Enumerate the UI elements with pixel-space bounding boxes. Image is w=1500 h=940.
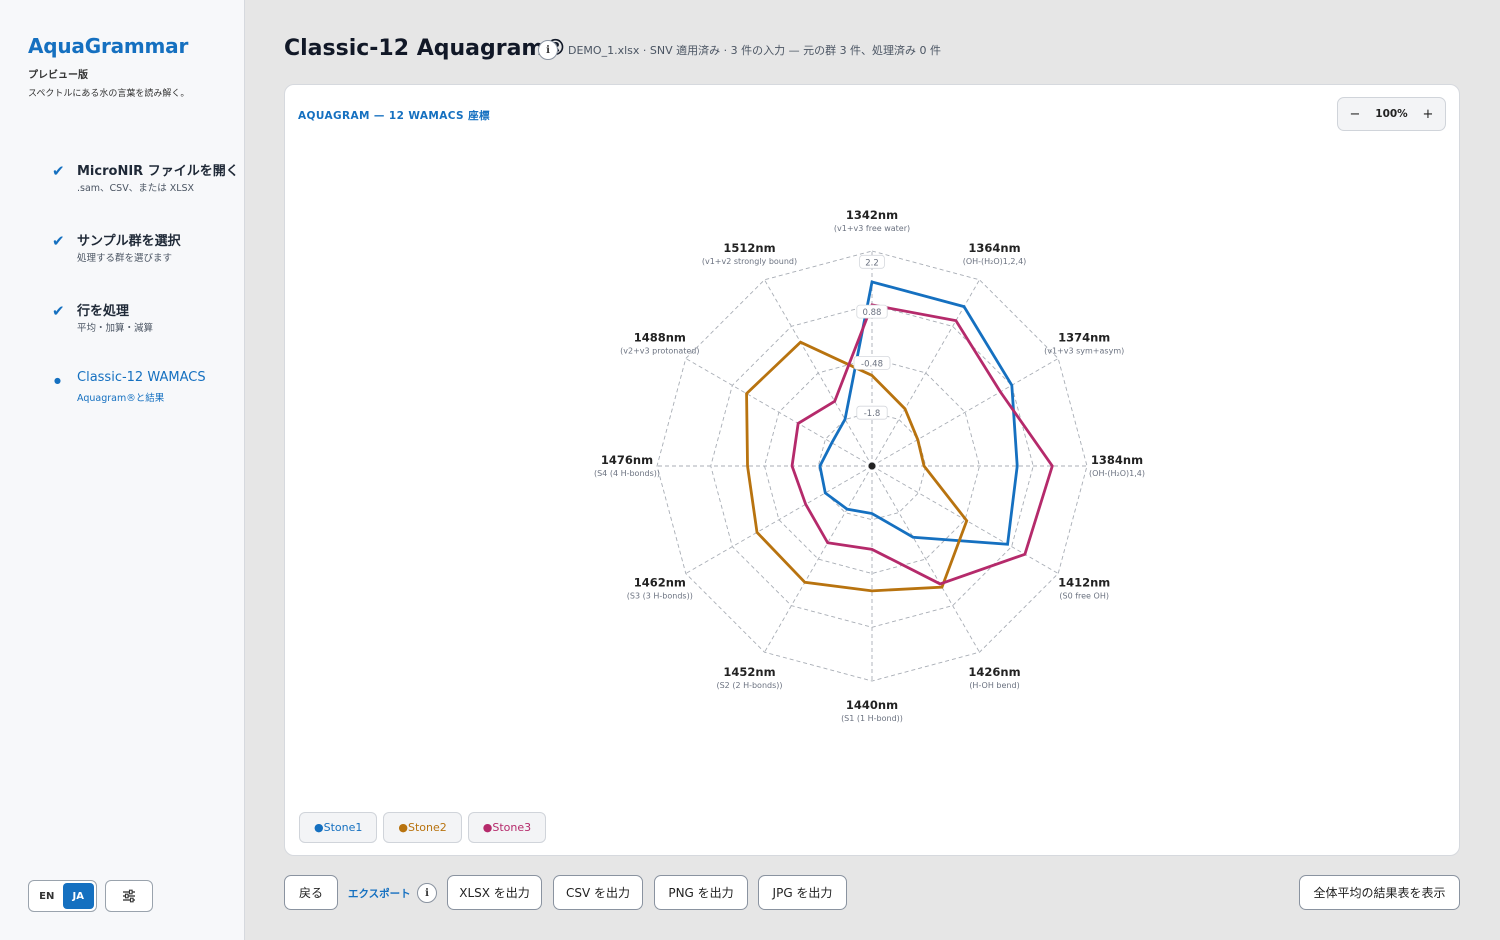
axis-sublabel: (S0 free OH) bbox=[1059, 592, 1109, 601]
legend-label: Stone1 bbox=[323, 821, 363, 834]
grid-spoke bbox=[764, 465, 873, 653]
center-dot bbox=[868, 462, 876, 470]
axis-sublabel: (H-OH bend) bbox=[969, 681, 1019, 690]
sliders-icon bbox=[123, 889, 135, 903]
step-title: サンプル群を選択 bbox=[77, 234, 181, 249]
page-title: Classic-12 Aquagram® bbox=[284, 36, 567, 61]
step-subtitle: 処理する群を選びます bbox=[77, 253, 173, 264]
edition-label: プレビュー版 bbox=[28, 70, 88, 81]
step-subtitle: 平均・加算・減算 bbox=[77, 323, 154, 334]
step-subtitle: .sam、CSV、または XLSX bbox=[77, 183, 195, 194]
axis-label: 1512nm bbox=[723, 241, 775, 255]
lang-en-button[interactable]: EN bbox=[31, 883, 63, 909]
legend-label: Stone3 bbox=[492, 821, 532, 834]
axis-label: 1462nm bbox=[634, 576, 686, 590]
app-brand: AquaGrammar bbox=[28, 34, 189, 58]
show-summary-table-button[interactable]: 全体平均の結果表を表示 bbox=[1299, 875, 1460, 910]
legend-label: Stone2 bbox=[407, 821, 447, 834]
language-switch: EN JA bbox=[28, 880, 97, 912]
settings-button[interactable] bbox=[105, 880, 153, 912]
legend-item-stone1[interactable]: ● Stone1 bbox=[299, 812, 378, 843]
axis-label: 1476nm bbox=[601, 453, 653, 467]
axis-label: 1426nm bbox=[968, 665, 1020, 679]
active-dot-icon: ● bbox=[54, 376, 61, 385]
legend-item-stone2[interactable]: ● Stone2 bbox=[383, 812, 462, 843]
grid-spoke bbox=[764, 279, 873, 467]
check-icon: ✔ bbox=[52, 302, 65, 320]
info-icon[interactable]: i bbox=[417, 883, 437, 903]
grid-spoke bbox=[685, 465, 873, 574]
axis-label: 1374nm bbox=[1058, 331, 1110, 345]
axis-label: 1364nm bbox=[968, 241, 1020, 255]
step-title: 行を処理 bbox=[77, 304, 130, 319]
check-icon: ✔ bbox=[52, 232, 65, 250]
legend-item-stone3[interactable]: ● Stone3 bbox=[467, 812, 547, 843]
axis-label: 1488nm bbox=[634, 331, 686, 345]
export-png-button[interactable]: PNG を出力 bbox=[654, 875, 748, 910]
tick-label: 0.88 bbox=[863, 308, 882, 318]
axis-label: 1440nm bbox=[846, 698, 898, 712]
tick-label: -0.48 bbox=[861, 359, 883, 369]
tick-label: -1.8 bbox=[864, 409, 881, 419]
axis-sublabel: (S4 (4 H-bonds)) bbox=[594, 469, 660, 478]
axis-sublabel: (v1+v2 strongly bound) bbox=[702, 257, 797, 266]
axis-label: 1412nm bbox=[1058, 576, 1110, 590]
export-jpg-button[interactable]: JPG を出力 bbox=[758, 875, 847, 910]
axis-label: 1384nm bbox=[1091, 453, 1143, 467]
back-button[interactable]: 戻る bbox=[284, 875, 338, 910]
export-xlsx-button[interactable]: XLSX を出力 bbox=[447, 875, 542, 910]
aquagram-card: AQUAGRAM — 12 WAMACS 座標 − 100% + 2.2 0.88… bbox=[284, 84, 1460, 856]
lang-ja-button[interactable]: JA bbox=[62, 883, 94, 909]
step-title: MicroNIR ファイルを開く bbox=[77, 164, 239, 179]
axis-sublabel: (S1 (1 H-bond)) bbox=[841, 714, 903, 723]
aquagram-radar-chart: 2.2 0.88 -0.48 -1.8 1342nm (v1+v3 free water)… bbox=[594, 208, 1145, 723]
step-subtitle: Aquagram®と結果 bbox=[77, 393, 165, 404]
axis-label: 1342nm bbox=[846, 208, 898, 222]
grid-spoke bbox=[871, 358, 1059, 467]
axis-sublabel: (v2+v3 protonated) bbox=[620, 347, 699, 356]
export-label: エクスポート bbox=[348, 888, 411, 900]
axis-sublabel: (OH-(H₂O)1,2,4) bbox=[963, 257, 1027, 266]
axis-label: 1452nm bbox=[723, 665, 775, 679]
tick-label: 2.2 bbox=[865, 258, 879, 268]
axis-sublabel: (v1+v3 sym+asym) bbox=[1044, 347, 1124, 356]
axis-sublabel: (S2 (2 H-bonds)) bbox=[716, 681, 782, 690]
info-icon[interactable]: i bbox=[538, 40, 558, 60]
check-icon: ✔ bbox=[52, 162, 65, 180]
axis-sublabel: (S3 (3 H-bonds)) bbox=[627, 592, 693, 601]
series-line-stone2 bbox=[745, 340, 969, 593]
axis-sublabel: (OH-(H₂O)1,4) bbox=[1089, 469, 1145, 478]
step-title: Classic-12 WAMACS bbox=[77, 370, 206, 385]
sidebar: AquaGrammar プレビュー版 スペクトルにある水の言葉を読み解く。 ✔ … bbox=[0, 0, 245, 940]
legend: ● Stone1 ● Stone2 ● Stone3 bbox=[299, 812, 547, 843]
axis-sublabel: (v1+v3 free water) bbox=[834, 224, 910, 233]
file-meta: DEMO_1.xlsx · SNV 適用済み · 3 件の入力 — 元の群 3 … bbox=[568, 44, 942, 57]
export-csv-button[interactable]: CSV を出力 bbox=[553, 875, 643, 910]
tagline: スペクトルにある水の言葉を読み解く。 bbox=[28, 89, 190, 99]
